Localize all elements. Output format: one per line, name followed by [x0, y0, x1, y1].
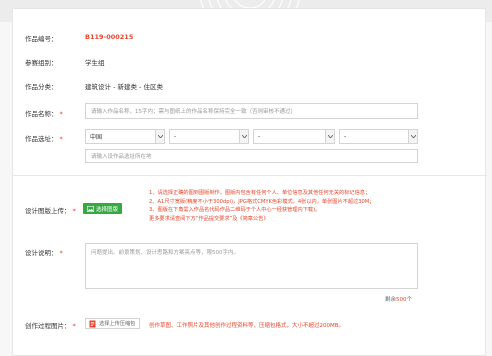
chevron-down-icon	[325, 130, 334, 143]
category-label: 作品分类：	[25, 83, 58, 91]
chevron-down-icon	[239, 130, 248, 143]
remaining-char-counter: 剩余500个	[385, 297, 413, 303]
work-name-input[interactable]: 请输入作品名称，15字内；需与图纸上的作品名称保持完全一致（否则审核不通过）	[85, 103, 418, 119]
group-label: 参赛组别：	[25, 59, 58, 67]
city-select-value: -	[258, 133, 261, 140]
design-description-textarea[interactable]: 问题提出、前景策划、设计思路和方案亮点等，限500字内。	[85, 243, 418, 289]
select-design-board-label: 选择图版	[96, 206, 119, 213]
chevron-down-icon	[155, 130, 164, 143]
file-icon	[89, 320, 96, 327]
required-mark: *	[59, 110, 63, 118]
select-design-board-button[interactable]: 选择图版	[83, 203, 123, 214]
category-value: 建筑设计 - 新建类 - 住区类	[85, 83, 163, 91]
design-description-label: 设计说明： *	[25, 249, 63, 257]
upload-note-1: 1、请选择正确的图到图版制作，图版内包含有任何个人、单位信息及其他任何无关的标记…	[149, 190, 371, 196]
remaining-char-count: 500	[396, 297, 407, 303]
section-divider	[13, 175, 487, 176]
district-select-value: -	[344, 133, 347, 140]
chevron-down-icon	[408, 130, 417, 143]
district-select[interactable]: -	[339, 129, 418, 144]
upload-note-3: 3、图版在下角需入作品名代码作品二维码于个人中心一经获管理内下载)。	[149, 207, 321, 213]
process-images-note: 创作草图、工作照片及其他创作过程资料等，压缩包格式，大小不超过200MB。	[149, 323, 345, 329]
work-number-value: B119-000215	[85, 33, 134, 41]
required-mark: *	[59, 135, 63, 143]
province-select-value: -	[174, 133, 177, 140]
work-info-form: 作品编号： B119-000215 参赛组别： 学生组 作品分类： 建筑设计 -…	[12, 8, 487, 356]
upload-note-2: 2、A1尺寸宽版(精度不小于300dpi)，JPG格式CMYK色彩模式，4张以内…	[149, 198, 375, 205]
work-number-label: 作品编号：	[25, 35, 58, 43]
design-upload-label: 设计图版上传： *	[25, 207, 76, 215]
image-icon	[87, 205, 94, 212]
work-name-label: 作品名称： *	[25, 110, 63, 118]
required-mark: *	[59, 249, 63, 257]
province-select[interactable]: -	[169, 129, 249, 144]
process-images-label: 创作过程图片： *	[25, 322, 76, 330]
country-select-value: 中国	[90, 134, 103, 141]
required-mark: *	[72, 322, 76, 330]
required-mark: *	[72, 207, 76, 215]
group-value: 学生组	[85, 59, 105, 67]
design-upload-notes: 1、请选择正确的图到图版制作，图版内包含有任何个人、单位信息及其他任何无关的标记…	[149, 189, 374, 223]
upload-note-4: 更多要求请查阅下方“作品提交要求”及《简章公告》	[149, 215, 269, 222]
select-zip-upload-label: 选择上传压缩包	[99, 321, 136, 327]
city-select[interactable]: -	[253, 129, 335, 144]
location-label: 作品选址： *	[25, 135, 63, 143]
select-zip-upload-button[interactable]: 选择上传压缩包	[85, 318, 141, 329]
country-select[interactable]: 中国	[85, 129, 165, 144]
address-input[interactable]: 请输入设作品选址所在地	[85, 149, 418, 163]
